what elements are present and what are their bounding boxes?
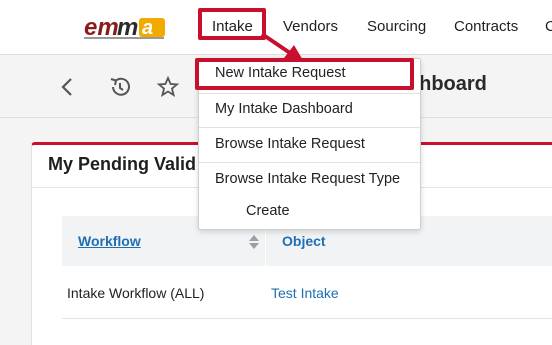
new-intake-request-highlight: [195, 58, 414, 90]
table-cell-workflow: Intake Workflow (ALL): [67, 285, 205, 301]
svg-text:m: m: [117, 15, 138, 40]
svg-text:em: em: [84, 15, 119, 40]
sort-icon[interactable]: [248, 234, 260, 250]
back-icon[interactable]: [56, 75, 80, 99]
emma-logo[interactable]: em m a: [84, 15, 168, 40]
nav-contracts[interactable]: Contracts: [454, 18, 518, 35]
menu-divider: [199, 162, 420, 163]
menu-item-my-intake-dashboard[interactable]: My Intake Dashboard: [215, 101, 353, 117]
workflow-column-header[interactable]: Workflow: [78, 233, 141, 249]
history-icon[interactable]: [108, 75, 132, 99]
menu-item-browse-intake-request[interactable]: Browse Intake Request: [215, 136, 365, 152]
svg-text:a: a: [142, 17, 153, 39]
table-cell-object-link[interactable]: Test Intake: [271, 285, 339, 301]
menu-item-browse-intake-request-type[interactable]: Browse Intake Request Type: [215, 171, 400, 187]
nav-sourcing[interactable]: Sourcing: [367, 18, 426, 35]
nav-intake-highlight: [198, 8, 266, 40]
menu-item-create[interactable]: Create: [246, 203, 290, 219]
nav-vendors[interactable]: Vendors: [283, 18, 338, 35]
row-divider: [62, 318, 552, 319]
object-column-header[interactable]: Object: [282, 233, 326, 249]
card-title: My Pending Valid: [48, 154, 197, 174]
menu-divider: [199, 127, 420, 128]
star-icon[interactable]: [156, 75, 180, 99]
nav-more-partial[interactable]: C: [545, 18, 552, 35]
menu-divider: [199, 93, 420, 94]
